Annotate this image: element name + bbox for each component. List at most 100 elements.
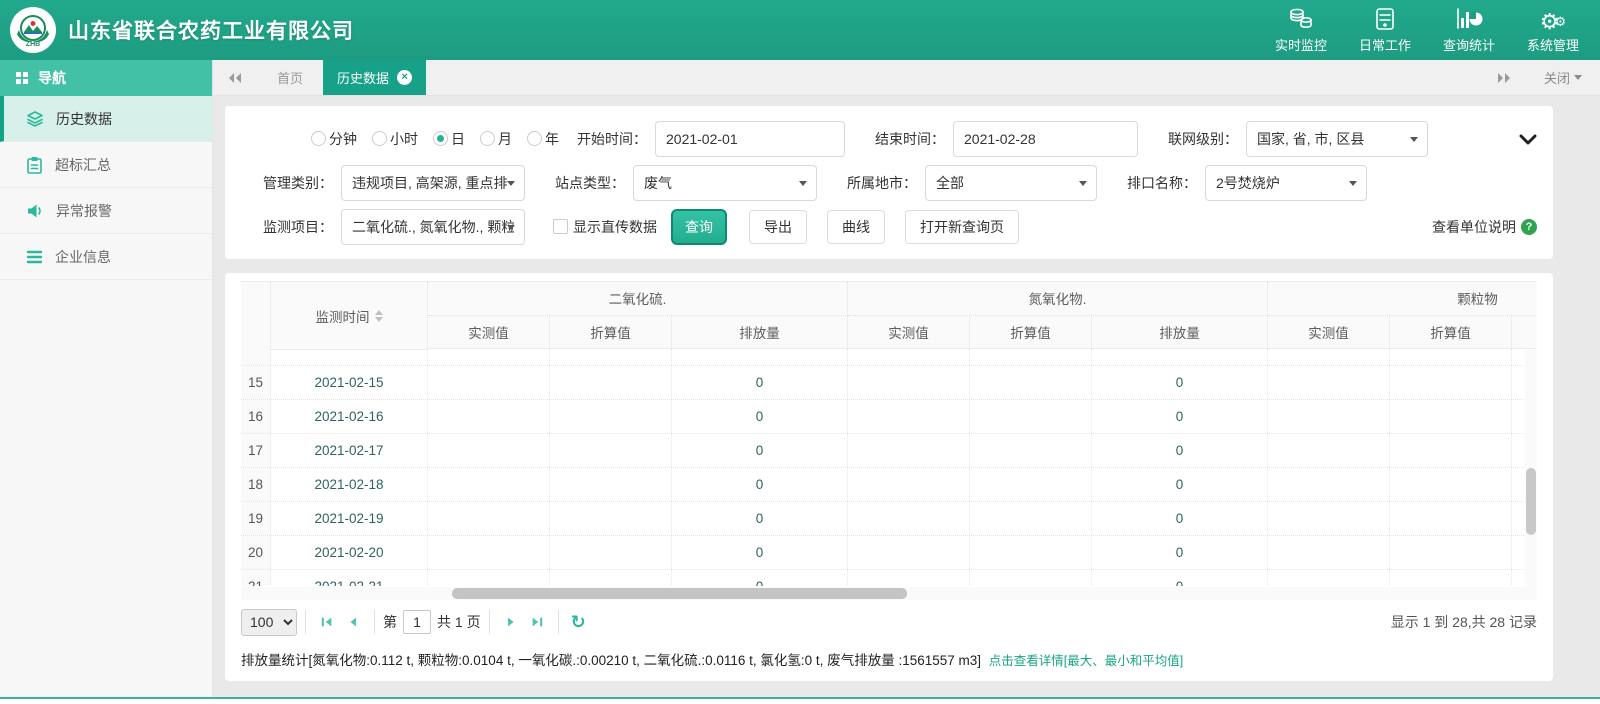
value-cell xyxy=(1268,502,1390,535)
refresh-icon[interactable]: ↻ xyxy=(571,612,586,633)
horizontal-scrollbar-thumb[interactable] xyxy=(452,588,907,599)
header-nav: 实时监控 日常工作 xyxy=(1272,6,1582,54)
end-time-label: 结束时间： xyxy=(875,129,945,149)
value-cell xyxy=(428,536,550,569)
first-page-icon xyxy=(320,615,334,629)
value-cell xyxy=(428,400,550,433)
sidebar-item-enterprise-info[interactable]: 企业信息 xyxy=(0,234,212,280)
collapse-panel-icon[interactable] xyxy=(1519,132,1537,150)
value-cell xyxy=(1390,468,1512,501)
site-type-select[interactable]: 废气 xyxy=(633,165,817,201)
direct-data-label: 显示直传数据 xyxy=(573,217,657,237)
sidebar-item-label: 异常报警 xyxy=(56,201,112,221)
value-cell xyxy=(970,570,1092,586)
page-number-input[interactable] xyxy=(403,610,431,634)
radio-year[interactable]: 年 xyxy=(527,129,559,149)
sidebar-item-label: 历史数据 xyxy=(56,109,112,129)
chevron-down-icon xyxy=(799,181,807,186)
table-viewport: 监测时间 二氧化硫. 实测值 折算值 排放量 xyxy=(241,281,1537,600)
close-tabs-dropdown[interactable]: 关闭 xyxy=(1526,60,1600,95)
time-column-header[interactable]: 监测时间 xyxy=(271,282,428,350)
last-page-button[interactable] xyxy=(524,610,550,634)
sidebar-title: 导航 xyxy=(38,68,66,88)
radio-icon xyxy=(372,131,387,146)
col-header-emission: 排放量 xyxy=(1092,316,1268,350)
nav-realtime-monitoring[interactable]: 实时监控 xyxy=(1272,6,1330,54)
monitor-time-cell: 2021-02-19 xyxy=(271,502,428,535)
start-time-input[interactable]: 2021-02-01 xyxy=(655,121,845,157)
close-tabs-label: 关闭 xyxy=(1544,68,1570,87)
col-header-measured: 实测值 xyxy=(848,316,970,350)
filter-panel: 分钟 小时 日 月 年 开始时间： 2021-02-01 结束时间： 2021-… xyxy=(225,106,1553,259)
col-header-converted: 折算值 xyxy=(970,316,1092,350)
sidebar-item-exceedance-summary[interactable]: 超标汇总 xyxy=(0,142,212,188)
tab-close-icon[interactable]: × xyxy=(397,70,412,85)
end-time-input[interactable]: 2021-02-28 xyxy=(953,121,1138,157)
nav-system-management[interactable]: ⚙⚙ 系统管理 xyxy=(1524,6,1582,54)
col-header-emission: 排放量 xyxy=(1512,316,1537,350)
value-cell xyxy=(428,570,550,586)
open-new-query-button[interactable]: 打开新查询页 xyxy=(905,210,1019,244)
unit-help-link[interactable]: 查看单位说明 ? xyxy=(1432,217,1537,237)
value-cell xyxy=(970,502,1092,535)
monitoring-items-select[interactable]: 二氧化硫., 氮氧化物., 颗粒 xyxy=(341,209,525,245)
sidebar-item-history-data[interactable]: 历史数据 xyxy=(0,96,212,142)
value-cell: 0 xyxy=(1092,366,1268,399)
value-cell xyxy=(550,400,672,433)
city-select[interactable]: 全部 xyxy=(925,165,1097,201)
tabs-scroll-left-button[interactable] xyxy=(213,60,257,95)
monitor-time-cell: 2021-02-16 xyxy=(271,400,428,433)
export-button[interactable]: 导出 xyxy=(749,210,807,244)
nav-label: 实时监控 xyxy=(1275,35,1327,54)
so2-group: 二氧化硫. 实测值 折算值 排放量 xyxy=(428,282,848,349)
value-cell: 0 xyxy=(1092,536,1268,569)
value-cell xyxy=(428,502,550,535)
prev-page-button[interactable] xyxy=(340,610,366,634)
tab-bar: 首页 历史数据 × 关闭 xyxy=(213,60,1600,96)
start-time-value: 2021-02-01 xyxy=(666,131,738,147)
query-button[interactable]: 查询 xyxy=(671,209,727,245)
gears-icon: ⚙⚙ xyxy=(1540,6,1566,32)
value-cell xyxy=(970,468,1092,501)
view-details-link[interactable]: 点击查看详情[最大、最小和平均值] xyxy=(989,654,1183,668)
next-page-icon xyxy=(504,615,518,629)
sort-icon[interactable] xyxy=(375,310,383,322)
outlet-name-select[interactable]: 2号焚烧炉 xyxy=(1205,165,1367,201)
direct-data-checkbox[interactable] xyxy=(553,219,568,234)
unit-help-label: 查看单位说明 xyxy=(1432,217,1516,237)
network-level-label: 联网级别： xyxy=(1168,129,1238,149)
nav-query-statistics[interactable]: 查询统计 xyxy=(1440,6,1498,54)
curve-button[interactable]: 曲线 xyxy=(827,210,885,244)
col-header-measured: 实测值 xyxy=(428,316,550,350)
management-category-select[interactable]: 违规项目, 高架源, 重点排 xyxy=(341,165,525,201)
monitor-time-cell: 2021-02-18 xyxy=(271,468,428,501)
start-time-label: 开始时间： xyxy=(577,129,647,149)
radio-day[interactable]: 日 xyxy=(433,129,465,149)
vertical-scrollbar[interactable] xyxy=(1525,350,1537,587)
table-row: 152021-02-1500 xyxy=(241,366,1537,400)
network-level-select[interactable]: 国家, 省, 市, 区县 xyxy=(1246,121,1428,157)
nav-label: 日常工作 xyxy=(1359,35,1411,54)
row-number-cell: 15 xyxy=(241,366,271,399)
page-size-select[interactable]: 100 xyxy=(241,609,297,636)
nox-group-label: 氮氧化物. xyxy=(848,282,1268,316)
app-header: ZHB 山东省联合农药工业有限公司 实时监控 xyxy=(0,0,1600,60)
radio-selected-icon xyxy=(433,131,448,146)
sidebar-item-abnormal-alarm[interactable]: 异常报警 xyxy=(0,188,212,234)
tabs-scroll-right-button[interactable] xyxy=(1482,60,1526,95)
horizontal-scrollbar[interactable] xyxy=(241,587,1537,600)
value-cell: 0 xyxy=(672,468,848,501)
radio-hour[interactable]: 小时 xyxy=(372,129,418,149)
vertical-scrollbar-thumb[interactable] xyxy=(1526,468,1536,535)
nav-daily-work[interactable]: 日常工作 xyxy=(1356,6,1414,54)
next-page-button[interactable] xyxy=(498,610,524,634)
data-table-panel: 监测时间 二氧化硫. 实测值 折算值 排放量 xyxy=(225,273,1553,681)
tab-history-data[interactable]: 历史数据 × xyxy=(323,60,426,95)
first-page-button[interactable] xyxy=(314,610,340,634)
nox-group: 氮氧化物. 实测值 折算值 排放量 xyxy=(848,282,1268,349)
radio-minute[interactable]: 分钟 xyxy=(311,129,357,149)
tab-home[interactable]: 首页 xyxy=(257,60,323,95)
sidebar: 导航 历史数据 超标汇总 异常报警 xyxy=(0,60,213,697)
monitoring-items-label: 监测项目： xyxy=(263,217,333,237)
radio-month[interactable]: 月 xyxy=(480,129,512,149)
